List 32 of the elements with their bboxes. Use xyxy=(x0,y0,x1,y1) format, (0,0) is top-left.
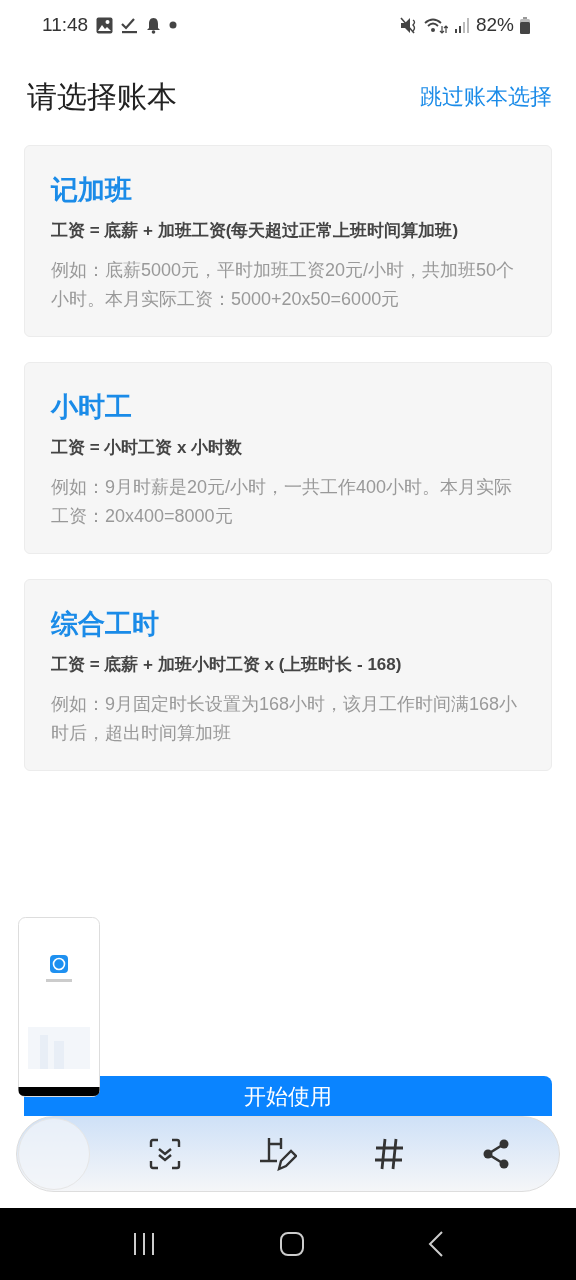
page-title: 请选择账本 xyxy=(27,78,177,115)
gallery-icon xyxy=(96,16,114,34)
bell-icon xyxy=(146,16,162,34)
mode-card[interactable]: 小时工 工资 = 小时工资 x 小时数 例如：9月时薪是20元/小时，一共工作400小时。本月实际工资：20x400=8000元 xyxy=(24,362,552,554)
card-example: 例如：9月时薪是20元/小时，一共工作400小时。本月实际工资：20x400=8000元 xyxy=(51,476,514,528)
check-icon xyxy=(121,16,139,34)
mode-card[interactable]: 记加班 工资 = 底薪 + 加班工资(每天超过正常上班时间算加班) 例如：底薪5000元，平时加班工资20元/小时，共加班50个小时。本月实际工资：5000+20x50=6000元 xyxy=(24,145,552,337)
card-title: 小时工 xyxy=(51,391,133,424)
recent-apps-icon[interactable] xyxy=(132,1232,156,1256)
card-title: 记加班 xyxy=(51,174,133,207)
card-formula: 工资 = 底薪 + 加班工资(每天超过正常上班时间算加班) xyxy=(51,220,460,242)
card-example: 例如：9月固定时长设置为168小时，该月工作时间满168小时后，超出时间算加班 xyxy=(51,693,519,745)
mute-icon xyxy=(399,16,418,34)
scroll-capture-icon[interactable] xyxy=(148,1137,181,1171)
skip-link[interactable]: 跳过账本选择 xyxy=(420,79,552,113)
wifi-icon xyxy=(423,16,448,34)
mode-card[interactable]: 综合工时 工资 = 底薪 + 加班小时工资 x (上班时长 - 168) 例如：9月固定时长设置为168小时，该月工作时间满168小时后，超出时间算加班 xyxy=(24,579,552,771)
back-icon[interactable] xyxy=(428,1231,444,1257)
card-example: 例如：底薪5000元，平时加班工资20元/小时，共加班50个小时。本月实际工资：5000+20x50=6000元 xyxy=(51,259,516,311)
home-icon[interactable] xyxy=(280,1232,304,1256)
card-title: 综合工时 xyxy=(51,608,160,641)
crop-edit-icon[interactable] xyxy=(258,1137,297,1171)
battery-icon xyxy=(520,16,530,34)
status-time: 11:48 xyxy=(42,12,89,37)
share-icon[interactable] xyxy=(482,1137,511,1171)
card-formula: 工资 = 小时工资 x 小时数 xyxy=(51,437,244,459)
battery-percent: 82% xyxy=(475,12,514,37)
start-button[interactable]: 开始使用 xyxy=(24,1076,552,1116)
dot-icon xyxy=(169,21,178,29)
hashtag-icon[interactable] xyxy=(374,1137,405,1171)
card-formula: 工资 = 底薪 + 加班小时工资 x (上班时长 - 168) xyxy=(51,654,403,676)
signal-icon xyxy=(453,16,470,34)
